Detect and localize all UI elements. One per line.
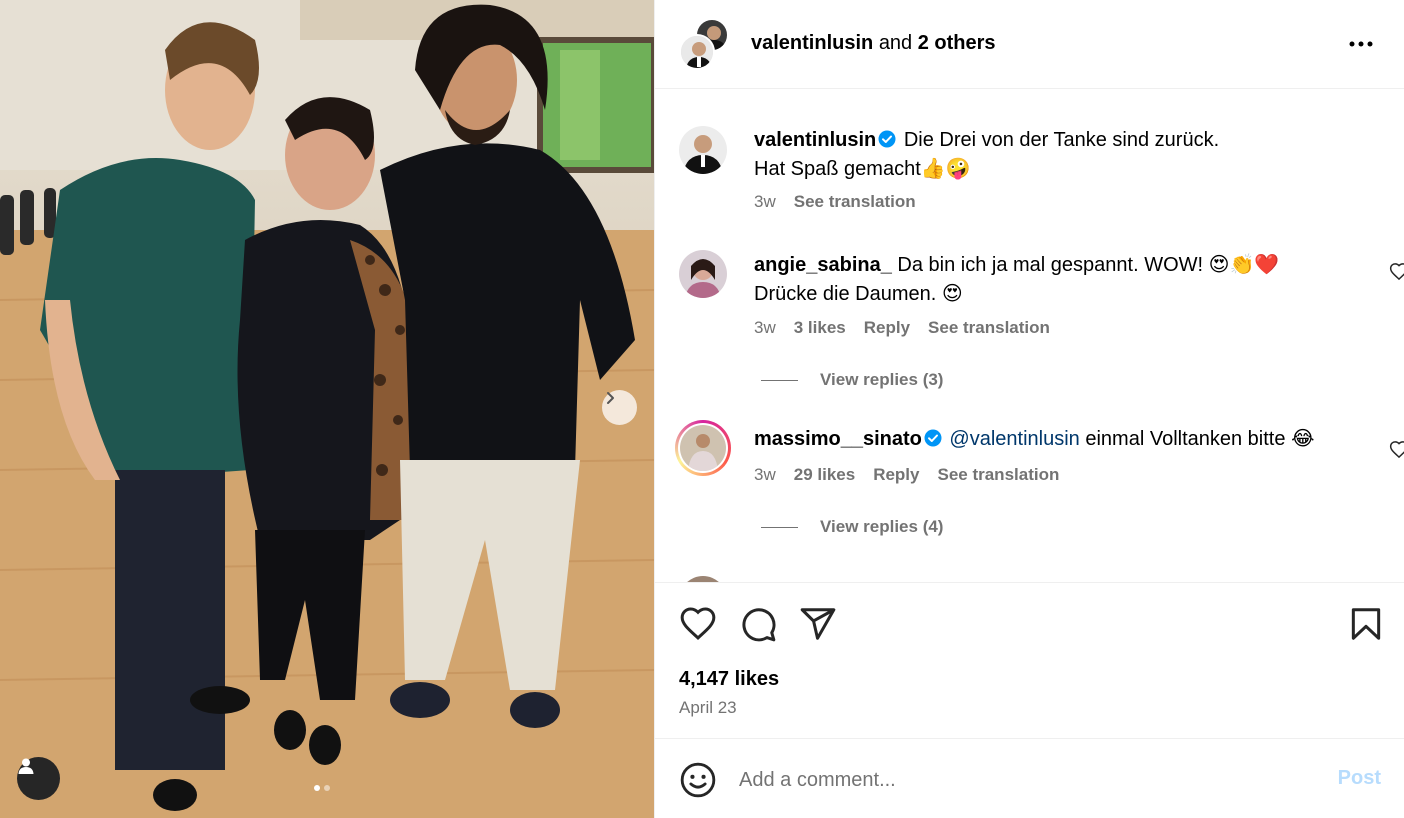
emoji-smiley-icon[interactable] <box>679 761 717 799</box>
collab-avatars[interactable] <box>679 18 729 70</box>
carousel-dot-active <box>314 785 320 791</box>
caption-meta: 3w See translation <box>754 192 916 212</box>
avatar-story-ring[interactable] <box>675 420 731 476</box>
comment-composer: Post <box>655 738 1404 818</box>
add-comment-input[interactable] <box>739 763 1299 797</box>
comment-time[interactable]: 3w <box>754 318 776 338</box>
user-tag-icon <box>18 758 34 774</box>
reply-button[interactable]: Reply <box>873 465 919 485</box>
carousel-dot <box>324 785 330 791</box>
caption-line1: Die Drei von der Tanke sind zurück. <box>903 129 1220 151</box>
view-replies-button[interactable]: View replies (4) <box>761 517 943 537</box>
view-replies-label: View replies (3) <box>820 370 944 389</box>
caption-emoji: 👍🤪 <box>920 156 971 180</box>
like-comment-heart-icon[interactable] <box>1389 440 1404 460</box>
view-replies-label: View replies (4) <box>820 517 944 536</box>
photo-illustration <box>0 0 654 818</box>
comment-text-line1: Da bin ich ja mal gespannt. WOW! <box>897 254 1204 276</box>
comments-list[interactable]: valentinlusin Die Drei von der Tanke sin… <box>655 90 1404 582</box>
comment-likes[interactable]: 3 likes <box>794 318 846 338</box>
author-username[interactable]: valentinlusin <box>751 32 873 54</box>
heart-icon[interactable] <box>679 605 717 643</box>
bookmark-icon[interactable] <box>1347 605 1385 643</box>
post-actions: 4,147 likes April 23 <box>655 582 1404 738</box>
replies-divider <box>761 526 798 528</box>
post-likes-count[interactable]: 4,147 likes <box>679 668 779 691</box>
avatar[interactable] <box>679 250 727 298</box>
comment-username[interactable]: angie_sabina_ <box>754 254 892 276</box>
see-translation-link[interactable]: See translation <box>928 318 1050 338</box>
see-translation-link[interactable]: See translation <box>937 465 1059 485</box>
post-author-title: valentinlusin and 2 others <box>751 32 996 55</box>
replies-divider <box>761 379 798 381</box>
others-link[interactable]: 2 others <box>918 32 996 54</box>
carousel-dots <box>314 785 330 791</box>
caption-text: valentinlusin Die Drei von der Tanke sin… <box>754 126 1344 183</box>
comment-text: angie_sabina_ Da bin ich ja mal gespannt… <box>754 250 1344 308</box>
reply-button[interactable]: Reply <box>864 318 910 338</box>
post-date[interactable]: April 23 <box>679 698 737 718</box>
verified-badge-icon <box>878 130 896 148</box>
tagged-users-button[interactable] <box>17 757 60 800</box>
view-replies-button[interactable]: View replies (3) <box>761 370 943 390</box>
avatar[interactable] <box>679 126 727 174</box>
chevron-right-icon <box>607 392 614 404</box>
avatar <box>679 34 715 70</box>
comment-text-line2: Drücke die Daumen. <box>754 283 937 305</box>
comment-time[interactable]: 3w <box>754 465 776 485</box>
like-comment-heart-icon[interactable] <box>1389 262 1404 282</box>
user-mention-link[interactable]: @valentinlusin <box>949 428 1079 450</box>
comment-username[interactable]: valentinlusin <box>754 129 876 151</box>
post-comment-button[interactable]: Post <box>1338 767 1381 790</box>
post-photo[interactable] <box>0 0 654 818</box>
carousel-next-button[interactable] <box>602 390 637 425</box>
comment-text: massimo__sinato @valentinlusin einmal Vo… <box>754 424 1344 453</box>
and-text: and <box>878 32 913 54</box>
comment-emoji: 😍👏❤️ <box>1208 252 1280 276</box>
verified-badge-icon <box>924 429 942 447</box>
comment-icon[interactable] <box>739 605 777 643</box>
post-header: valentinlusin and 2 others <box>655 0 1404 89</box>
post-details-panel: valentinlusin and 2 others valentinlusin… <box>654 0 1404 818</box>
paper-plane-icon[interactable] <box>799 605 837 643</box>
comment-likes[interactable]: 29 likes <box>794 465 855 485</box>
caption-line2: Hat Spaß gemacht <box>754 158 921 180</box>
comment-meta: 3w 29 likes Reply See translation <box>754 465 1059 485</box>
comment-username[interactable]: massimo__sinato <box>754 428 922 450</box>
comment-meta: 3w 3 likes Reply See translation <box>754 318 1050 338</box>
comment-emoji: 😍 <box>941 281 963 305</box>
instagram-post-modal: valentinlusin and 2 others valentinlusin… <box>0 0 1404 818</box>
comment-text-line1: einmal Volltanken bitte <box>1085 428 1286 450</box>
more-options-icon[interactable] <box>1347 30 1375 58</box>
see-translation-link[interactable]: See translation <box>794 192 916 212</box>
comment-emoji: 😂 <box>1291 426 1315 450</box>
comment-time[interactable]: 3w <box>754 192 776 212</box>
